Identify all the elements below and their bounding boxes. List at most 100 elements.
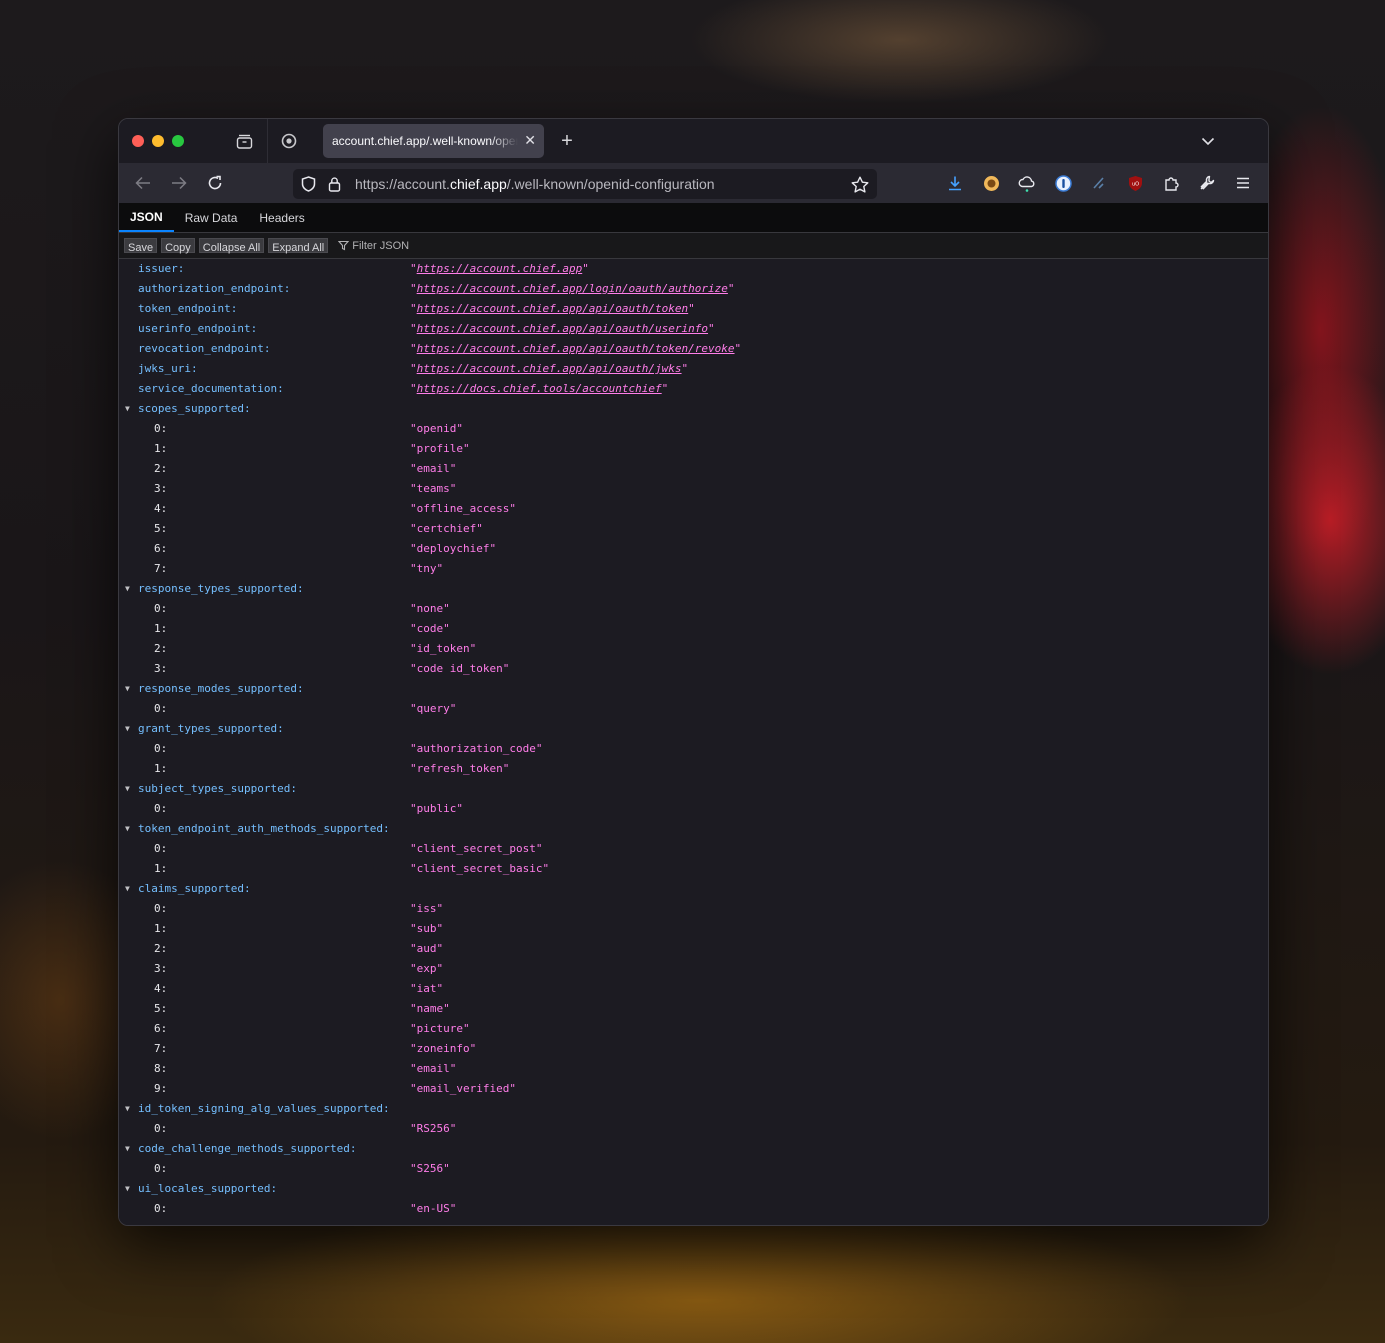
extension-tab-icon[interactable] [279,131,299,151]
json-group-row[interactable]: ▼ grant_types_supported: [119,719,1268,739]
json-string: certchief [416,522,477,535]
json-link[interactable]: https://account.chief.app [417,262,583,275]
json-key: 3: [154,482,168,495]
expand-triangle-icon[interactable]: ▼ [125,1179,130,1199]
json-string: none [416,602,444,615]
json-string: iss [416,902,437,915]
json-string: public [416,802,457,815]
json-group-row[interactable]: ▼ subject_types_supported: [119,779,1268,799]
json-value[interactable]: "https://account.chief.app/api/oauth/use… [410,319,715,339]
extension-coin-icon[interactable] [979,163,1003,203]
json-value: "client_secret_post" [410,842,543,855]
json-row: authorization_endpoint: "https://account.… [119,279,1268,299]
json-row: 5: "certchief" [119,519,1268,539]
tab-active[interactable]: account.chief.app/.well-known/openid-con… [323,124,544,158]
json-key: authorization_endpoint: [138,282,291,295]
json-row: 5: "name" [119,999,1268,1019]
json-link[interactable]: https://account.chief.app/login/oauth/au… [417,282,728,295]
json-value: "deploychief" [410,542,497,555]
json-group-row[interactable]: ▼ scopes_supported: [119,399,1268,419]
json-key: service_documentation: [138,382,284,395]
minimize-window-button[interactable] [152,135,164,147]
reload-button[interactable] [203,163,227,203]
forward-button[interactable] [167,163,191,203]
expand-triangle-icon[interactable]: ▼ [125,399,130,419]
json-link[interactable]: https://account.chief.app/api/oauth/toke… [417,302,689,315]
tab-headers[interactable]: Headers [248,203,315,232]
json-key: 1: [154,862,168,875]
json-value[interactable]: "https://docs.chief.tools/accountchief" [410,379,668,399]
json-value[interactable]: "https://account.chief.app/api/oauth/tok… [410,299,695,319]
wrench-icon[interactable] [1195,163,1219,203]
json-key: 0: [154,422,168,435]
json-value: "sub" [410,922,444,935]
json-group-row[interactable]: ▼ code_challenge_methods_supported: [119,1139,1268,1159]
close-window-button[interactable] [132,135,144,147]
extension-arrow-icon[interactable] [1087,163,1111,203]
expand-triangle-icon[interactable]: ▼ [125,679,130,699]
tab-manager-icon[interactable] [233,131,255,151]
json-link[interactable]: https://docs.chief.tools/accountchief [417,382,662,395]
json-row: 1: "profile" [119,439,1268,459]
json-link[interactable]: https://account.chief.app/api/oauth/toke… [417,342,735,355]
json-row: 0: "query" [119,699,1268,719]
json-row: issuer: "https://account.chief.app" [119,259,1268,279]
zoom-window-button[interactable] [172,135,184,147]
json-link[interactable]: https://account.chief.app/api/oauth/user… [417,322,708,335]
json-row: 6: "deploychief" [119,539,1268,559]
json-key: 3: [154,662,168,675]
json-group-row[interactable]: ▼ response_modes_supported: [119,679,1268,699]
json-value[interactable]: "https://account.chief.app" [410,259,589,279]
json-key: 0: [154,1122,168,1135]
filter-placeholder: Filter JSON [352,239,410,252]
json-value[interactable]: "https://account.chief.app/api/oauth/tok… [410,339,741,359]
save-button[interactable]: Save [124,238,158,254]
expand-triangle-icon[interactable]: ▼ [125,779,130,799]
json-row: 7: "zoneinfo" [119,1039,1268,1059]
json-key: 6: [154,542,168,555]
json-group-row[interactable]: ▼ token_endpoint_auth_methods_supported: [119,819,1268,839]
download-icon[interactable] [943,163,967,203]
json-key: 0: [154,602,168,615]
json-string: client_secret_basic [416,862,543,875]
json-string: authorization_code [416,742,536,755]
json-group-row[interactable]: ▼ id_token_signing_alg_values_supported: [119,1099,1268,1119]
copy-button[interactable]: Copy [161,238,195,254]
json-group-row[interactable]: ▼ claims_supported: [119,879,1268,899]
json-key: response_modes_supported: [138,682,304,695]
expand-triangle-icon[interactable]: ▼ [125,819,130,839]
ublock-icon[interactable]: uO [1123,163,1147,203]
json-value[interactable]: "https://account.chief.app/api/oauth/jwk… [410,359,688,379]
lock-icon[interactable] [328,169,341,199]
password-manager-icon[interactable] [1051,163,1075,203]
new-tab-button[interactable]: + [557,129,577,153]
bookmark-star-icon[interactable] [851,169,869,199]
expand-triangle-icon[interactable]: ▼ [125,879,130,899]
json-group-row[interactable]: ▼ ui_locales_supported: [119,1179,1268,1199]
json-value[interactable]: "https://account.chief.app/login/oauth/a… [410,279,735,299]
expand-triangle-icon[interactable]: ▼ [125,719,130,739]
tab-raw-data[interactable]: Raw Data [174,203,249,232]
close-icon[interactable]: ✕ [524,132,536,149]
chevron-down-icon[interactable] [1198,131,1218,151]
json-link[interactable]: https://account.chief.app/api/oauth/jwks [417,362,682,375]
tab-json[interactable]: JSON [119,203,174,232]
json-value: "profile" [410,442,470,455]
cloud-sync-icon[interactable] [1015,163,1039,203]
collapse-all-button[interactable]: Collapse All [198,238,265,254]
extensions-puzzle-icon[interactable] [1159,163,1183,203]
json-key: token_endpoint: [138,302,238,315]
filter-json-input[interactable]: Filter JSON [338,240,409,252]
back-button[interactable] [131,163,155,203]
json-group-row[interactable]: ▼ response_types_supported: [119,579,1268,599]
url-bar[interactable]: https://account.chief.app/.well-known/op… [293,169,877,199]
json-string: refresh_token [416,762,503,775]
shield-icon[interactable] [301,169,316,199]
json-value: "refresh_token" [410,762,510,775]
expand-triangle-icon[interactable]: ▼ [125,1139,130,1159]
json-viewer-tabs: JSON Raw Data Headers [119,203,1268,233]
expand-triangle-icon[interactable]: ▼ [125,579,130,599]
expand-triangle-icon[interactable]: ▼ [125,1099,130,1119]
hamburger-menu-icon[interactable] [1231,163,1255,203]
expand-all-button[interactable]: Expand All [268,238,329,254]
